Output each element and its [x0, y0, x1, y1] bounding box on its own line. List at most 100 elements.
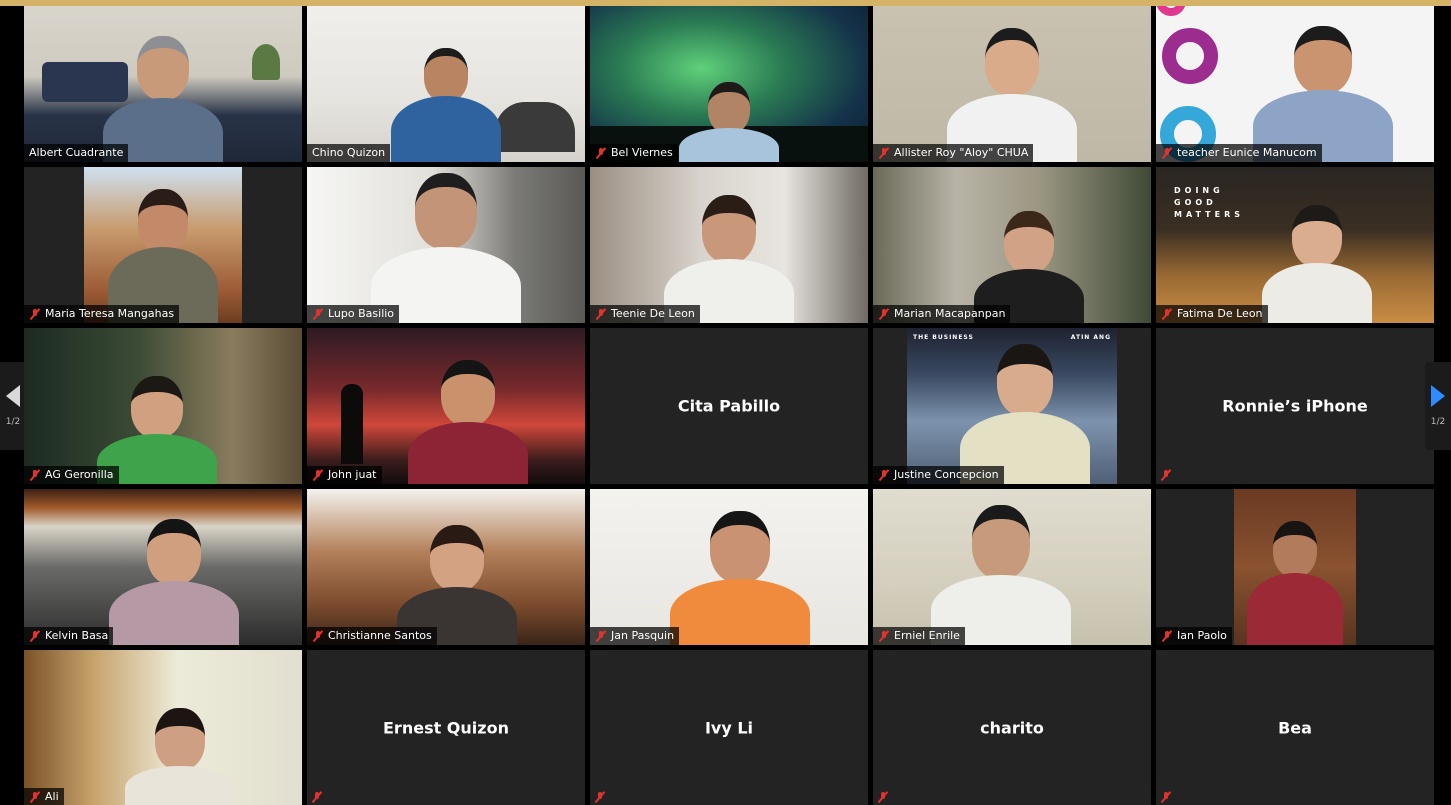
video-tile[interactable]: Ali	[24, 650, 302, 805]
participant-name-label: Albert Cuadrante	[24, 144, 129, 162]
mic-muted-icon	[595, 147, 607, 159]
video-feed	[307, 328, 585, 484]
video-tile[interactable]: Teenie De Leon	[590, 167, 868, 323]
video-feed	[307, 489, 585, 645]
video-tile[interactable]: Lupo Basilio	[307, 167, 585, 323]
participant-figure	[947, 28, 1077, 162]
video-tile[interactable]: Christianne Santos	[307, 489, 585, 645]
mic-muted-icon	[595, 630, 607, 642]
participant-name-center: charito	[980, 718, 1044, 738]
video-tile[interactable]: DOING GOOD MATTERS Fatima De Leon	[1156, 167, 1434, 323]
participant-figure	[124, 708, 235, 805]
video-tile-no-video[interactable]: Ernest Quizon	[307, 650, 585, 805]
participant-name-label: AG Geronilla	[24, 466, 119, 484]
participant-figure	[391, 48, 501, 162]
participant-figure	[670, 511, 811, 645]
mic-muted-icon	[878, 147, 890, 159]
arrow-left-icon	[6, 385, 20, 407]
chair	[495, 102, 575, 152]
participant-name-label: Christianne Santos	[307, 627, 437, 645]
video-tile[interactable]: AG Geronilla	[24, 328, 302, 484]
participant-name-center: Bea	[1278, 718, 1312, 738]
video-feed	[1234, 489, 1356, 645]
participant-name-label: Ian Paolo	[1156, 627, 1232, 645]
video-tile[interactable]: Maria Teresa Mangahas	[24, 167, 302, 323]
participant-name-label: Erniel Enrile	[873, 627, 965, 645]
video-feed	[307, 6, 585, 162]
video-tile[interactable]: Ian Paolo	[1156, 489, 1434, 645]
participant-name-label: Jan Pasquin	[590, 627, 680, 645]
participant-name-label: Ali	[24, 788, 64, 805]
participant-figure	[664, 195, 794, 323]
video-gallery-grid: Albert Cuadrante Chino Quizon Bel Vierne…	[24, 6, 1434, 805]
next-page-button[interactable]: 1/2	[1425, 362, 1451, 450]
video-feed	[84, 167, 242, 323]
participant-name-label: Maria Teresa Mangahas	[24, 305, 180, 323]
mic-muted-icon	[1160, 469, 1172, 481]
participant-name-label: John juat	[307, 466, 382, 484]
participant-figure	[408, 360, 529, 484]
video-feed	[873, 167, 1151, 323]
video-tile-no-video[interactable]: Cita Pabillo	[590, 328, 868, 484]
video-tile[interactable]: Allister Roy "Aloy" CHUA	[873, 6, 1151, 162]
mic-muted-icon	[1161, 147, 1173, 159]
video-tile-active-speaker[interactable]: Chino Quizon	[307, 6, 585, 162]
mic-muted-icon	[312, 469, 324, 481]
video-feed: THE BUSINESS ATIN ANG	[907, 328, 1117, 484]
video-feed	[590, 167, 868, 323]
participant-name-label: Marian Macapanpan	[873, 305, 1011, 323]
virtual-background-text: ATIN ANG	[1070, 334, 1111, 341]
video-tile[interactable]: Albert Cuadrante	[24, 6, 302, 162]
video-tile-no-video[interactable]: Ronnie’s iPhone	[1156, 328, 1434, 484]
video-tile[interactable]: Erniel Enrile	[873, 489, 1151, 645]
participant-name-label: Bel Viernes	[590, 144, 678, 162]
gear-icon	[1162, 28, 1218, 84]
video-tile[interactable]: Marian Macapanpan	[873, 167, 1151, 323]
video-tile[interactable]: Bel Viernes	[590, 6, 868, 162]
video-feed	[873, 489, 1151, 645]
participant-figure	[1247, 521, 1343, 645]
participant-figure	[371, 173, 521, 323]
mic-muted-icon	[312, 630, 324, 642]
mic-muted-icon	[595, 308, 607, 320]
mic-muted-icon	[594, 791, 606, 803]
mic-muted-icon	[311, 791, 323, 803]
participant-name-label: Justine Concepcion	[873, 466, 1004, 484]
participant-figure	[959, 344, 1090, 484]
participant-name-label: teacher Eunice Manucom	[1156, 144, 1322, 162]
video-tile[interactable]: teacher Eunice Manucom	[1156, 6, 1434, 162]
video-tile[interactable]: Kelvin Basa	[24, 489, 302, 645]
participant-name-label: Kelvin Basa	[24, 627, 114, 645]
participant-name-label: Chino Quizon	[307, 144, 391, 162]
video-feed: DOING GOOD MATTERS	[1156, 167, 1434, 323]
video-feed	[24, 328, 302, 484]
video-feed	[24, 489, 302, 645]
photographer-silhouette	[341, 384, 363, 464]
participant-name-label: Fatima De Leon	[1156, 305, 1268, 323]
video-tile-no-video[interactable]: Ivy Li	[590, 650, 868, 805]
gear-icon	[1156, 6, 1186, 16]
plant	[252, 44, 280, 80]
participant-name-center: Ernest Quizon	[383, 718, 509, 738]
video-tile[interactable]: THE BUSINESS ATIN ANG Justine Concepcion	[873, 328, 1151, 484]
video-tile-no-video[interactable]: Bea	[1156, 650, 1434, 805]
participant-name-center: Cita Pabillo	[677, 396, 781, 416]
video-tile[interactable]: Jan Pasquin	[590, 489, 868, 645]
mic-muted-icon	[1161, 308, 1173, 320]
video-feed	[1156, 6, 1434, 162]
video-tile-no-video[interactable]: charito	[873, 650, 1151, 805]
participant-figure	[108, 189, 218, 323]
mic-muted-icon	[29, 791, 41, 803]
mic-muted-icon	[878, 308, 890, 320]
participant-name-label: Lupo Basilio	[307, 305, 400, 323]
participant-figure	[1262, 205, 1373, 323]
page-indicator-left: 1/2	[5, 417, 21, 427]
participant-name-label: Teenie De Leon	[590, 305, 700, 323]
virtual-background-text: DOING GOOD MATTERS	[1174, 186, 1245, 219]
previous-page-button[interactable]: 1/2	[0, 362, 26, 450]
mic-muted-icon	[877, 791, 889, 803]
video-feed	[590, 6, 868, 162]
page-indicator-right: 1/2	[1430, 417, 1446, 427]
video-tile[interactable]: John juat	[307, 328, 585, 484]
participant-figure	[109, 519, 240, 645]
